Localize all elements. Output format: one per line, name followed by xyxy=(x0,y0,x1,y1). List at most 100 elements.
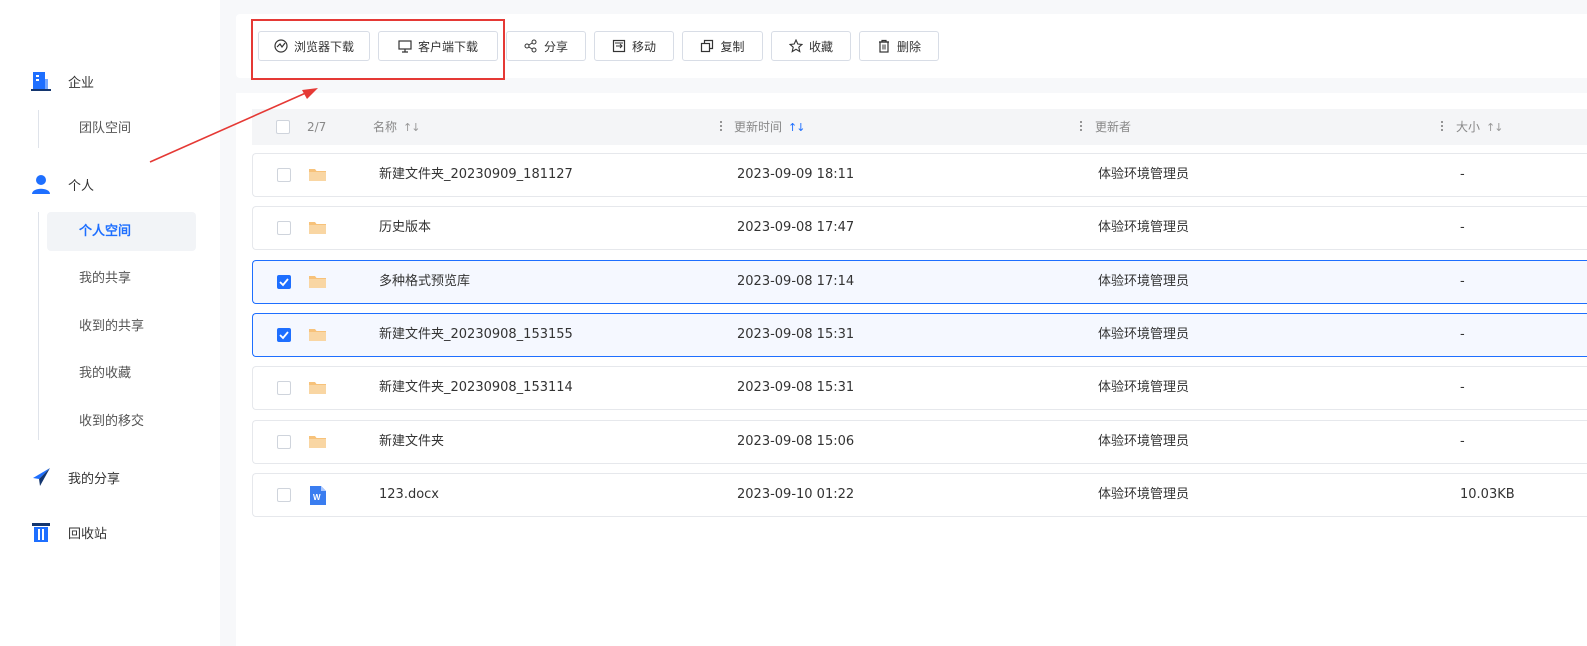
sidebar-item-my-shares[interactable]: 我的共享 xyxy=(47,259,196,298)
file-updated-time: 2023-09-10 01:22 xyxy=(737,487,855,502)
file-size: 10.03KB xyxy=(1460,487,1515,502)
file-updated-time: 2023-09-08 15:31 xyxy=(737,327,855,342)
trash-bin-icon xyxy=(30,521,52,543)
column-name[interactable]: 名称 ↑↓ xyxy=(373,109,420,146)
select-all-checkbox[interactable] xyxy=(276,120,290,134)
file-size: - xyxy=(1460,434,1465,449)
file-name[interactable]: 新建文件夹_20230908_153114 xyxy=(379,367,573,409)
client-download-label: 客户端下载 xyxy=(417,39,478,54)
delete-label: 删除 xyxy=(896,39,921,54)
column-size[interactable]: 大小 ↑↓ xyxy=(1456,109,1503,146)
word-doc-icon: W xyxy=(310,486,326,505)
table-row[interactable]: 新建文件夹_20230908_153114 2023-09-08 15:31 体验环… xyxy=(252,366,1587,410)
building-icon xyxy=(30,70,52,92)
row-checkbox[interactable] xyxy=(277,275,291,289)
sidebar: 企业 团队空间 个人 个人空间 我的共享 收到的共享 我的收藏 收到的移交 我的… xyxy=(0,0,220,646)
delete-button[interactable]: 删除 xyxy=(859,31,939,61)
column-updated[interactable]: 更新时间 ↑↓ xyxy=(734,109,805,146)
file-updater: 体验环境管理员 xyxy=(1098,380,1190,395)
file-size: - xyxy=(1460,327,1465,342)
browser-download-button[interactable]: 浏览器下载 xyxy=(258,31,370,61)
paper-plane-icon xyxy=(30,466,52,488)
nav-recycle-bin[interactable]: 回收站 xyxy=(30,521,107,543)
folder-icon xyxy=(309,328,326,341)
file-name[interactable]: 多种格式预览库 xyxy=(379,261,470,303)
sidebar-item-personal-space[interactable]: 个人空间 xyxy=(47,212,196,251)
sidebar-item-my-favorites[interactable]: 我的收藏 xyxy=(47,354,196,393)
file-updated-time: 2023-09-08 15:31 xyxy=(737,380,855,395)
row-checkbox[interactable] xyxy=(277,221,291,235)
file-updater: 体验环境管理员 xyxy=(1098,220,1190,235)
sort-icon[interactable]: ↑↓ xyxy=(788,110,805,146)
table-row[interactable]: 新建文件夹 2023-09-08 15:06 体验环境管理员 - xyxy=(252,420,1587,464)
move-icon xyxy=(612,39,626,53)
column-resize-handle[interactable] xyxy=(1441,121,1443,133)
file-name[interactable]: 123.docx xyxy=(379,474,439,516)
move-label: 移动 xyxy=(631,39,656,54)
file-list: 2/7 名称 ↑↓ 更新时间 ↑↓ 更新者 大小 ↑↓ 新建文件夹_20230909_… xyxy=(236,93,1587,646)
star-icon xyxy=(788,39,803,53)
sidebar-item-received-shares[interactable]: 收到的共享 xyxy=(47,307,196,346)
file-updater: 体验环境管理员 xyxy=(1098,274,1190,289)
table-row[interactable]: 新建文件夹_20230909_181127 2023-09-09 18:11 体验环… xyxy=(252,153,1587,197)
nav-enterprise[interactable]: 企业 xyxy=(30,70,94,92)
row-checkbox[interactable] xyxy=(277,488,291,502)
file-updated-time: 2023-09-08 17:14 xyxy=(737,274,855,289)
gauge-icon xyxy=(274,39,288,53)
file-updated-time: 2023-09-08 17:47 xyxy=(737,220,855,235)
table-row[interactable]: 历史版本 2023-09-08 17:47 体验环境管理员 - xyxy=(252,206,1587,250)
folder-icon xyxy=(309,381,326,394)
file-updater: 体验环境管理员 xyxy=(1098,487,1190,502)
file-size: - xyxy=(1460,380,1465,395)
share-label: 分享 xyxy=(543,39,568,54)
row-checkbox[interactable] xyxy=(277,381,291,395)
trash-icon xyxy=(877,39,891,53)
file-size: - xyxy=(1460,274,1465,289)
monitor-icon xyxy=(398,39,412,53)
column-resize-handle[interactable] xyxy=(720,121,722,133)
file-size: - xyxy=(1460,167,1465,182)
table-row[interactable]: 多种格式预览库 2023-09-08 17:14 体验环境管理员 - xyxy=(252,260,1587,304)
nav-recycle-bin-label: 回收站 xyxy=(68,526,108,542)
file-updated-time: 2023-09-08 15:06 xyxy=(737,434,855,449)
nav-personal-label: 个人 xyxy=(68,178,95,194)
file-name[interactable]: 历史版本 xyxy=(379,207,431,249)
svg-text:W: W xyxy=(313,493,321,502)
table-header: 2/7 名称 ↑↓ 更新时间 ↑↓ 更新者 大小 ↑↓ xyxy=(252,109,1587,145)
user-icon xyxy=(30,173,52,195)
tree-line xyxy=(38,110,39,148)
file-name[interactable]: 新建文件夹 xyxy=(379,421,444,463)
file-size: - xyxy=(1460,220,1465,235)
nav-enterprise-label: 企业 xyxy=(68,75,95,91)
row-checkbox[interactable] xyxy=(277,168,291,182)
table-row[interactable]: W 123.docx 2023-09-10 01:22 体验环境管理员 10.03KB xyxy=(252,473,1587,517)
browser-download-label: 浏览器下载 xyxy=(293,39,354,54)
folder-icon xyxy=(309,221,326,234)
copy-button[interactable]: 复制 xyxy=(682,31,763,61)
client-download-button[interactable]: 客户端下载 xyxy=(378,31,498,61)
row-checkbox[interactable] xyxy=(277,435,291,449)
share-button[interactable]: 分享 xyxy=(506,31,586,61)
selection-count: 2/7 xyxy=(307,120,327,134)
move-button[interactable]: 移动 xyxy=(594,31,674,61)
favorite-button[interactable]: 收藏 xyxy=(771,31,851,61)
sidebar-item-team-space[interactable]: 团队空间 xyxy=(47,109,196,148)
favorite-label: 收藏 xyxy=(808,39,833,54)
nav-my-share-label: 我的分享 xyxy=(68,471,121,487)
sort-icon[interactable]: ↑↓ xyxy=(403,110,420,146)
copy-label: 复制 xyxy=(720,39,745,54)
column-name-label: 名称 xyxy=(373,120,398,134)
file-name[interactable]: 新建文件夹_20230909_181127 xyxy=(379,154,573,196)
table-row[interactable]: 新建文件夹_20230908_153155 2023-09-08 15:31 体验环… xyxy=(252,313,1587,357)
nav-personal[interactable]: 个人 xyxy=(30,173,94,195)
column-updater: 更新者 xyxy=(1095,120,1132,134)
column-resize-handle[interactable] xyxy=(1080,121,1082,133)
copy-icon xyxy=(700,39,714,53)
sort-icon[interactable]: ↑↓ xyxy=(1486,110,1503,146)
row-checkbox[interactable] xyxy=(277,328,291,342)
file-name[interactable]: 新建文件夹_20230908_153155 xyxy=(379,314,573,356)
sidebar-item-received-transfers[interactable]: 收到的移交 xyxy=(47,402,196,441)
toolbar: 浏览器下载 客户端下载 分享 移动 复制 收藏 删除 xyxy=(236,14,1587,80)
nav-my-share[interactable]: 我的分享 xyxy=(30,466,120,488)
share-icon xyxy=(524,39,538,53)
